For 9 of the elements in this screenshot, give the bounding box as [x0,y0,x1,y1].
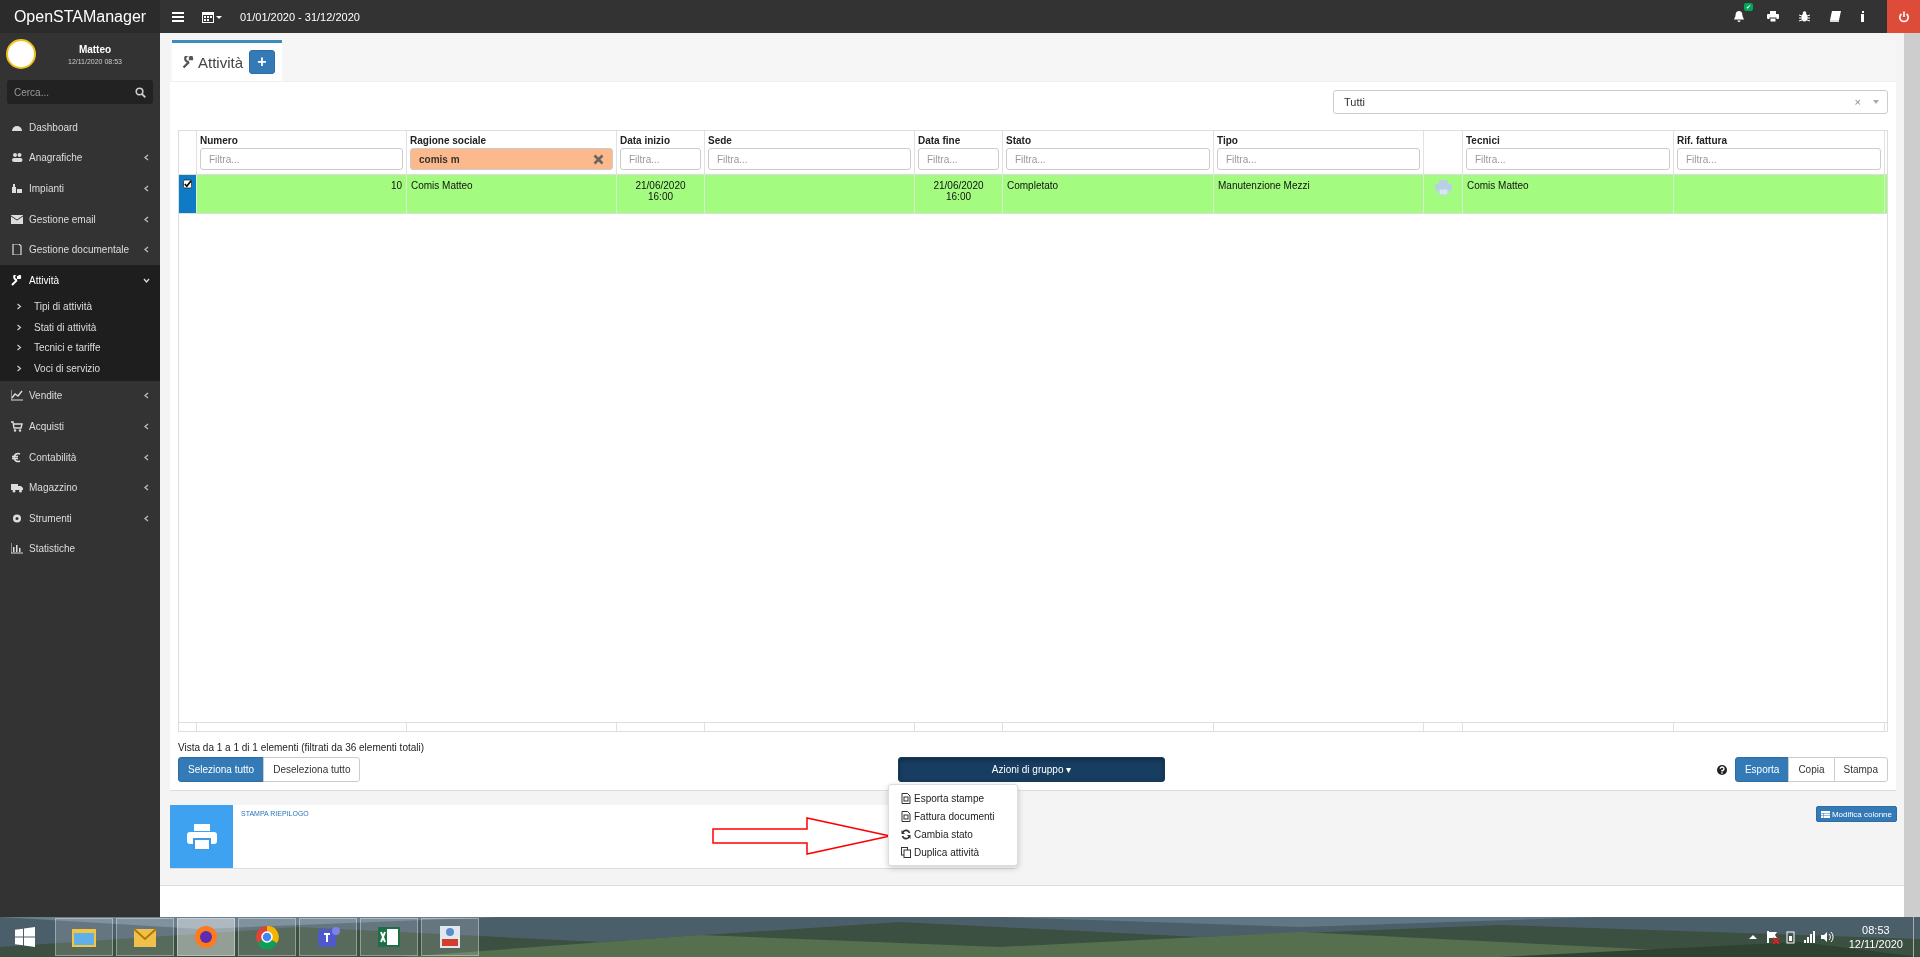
user-name: Matteo [78,43,112,55]
table-cell-text: 21/06/2020 16:00 [933,180,984,204]
table-cell-text: Completato [1007,180,1059,193]
table-info: Vista da 1 a 1 di 1 elementi (filtrati da 36 elementi totali) [178,742,426,753]
table-cell-text: 21/06/2020 16:00 [635,180,686,204]
table-cell-text: Manutenzione Mezzi [1218,180,1310,193]
table-cell-text: Comis Matteo [1467,180,1529,193]
table-cell-text: 10 [390,180,402,193]
table-cell-text: Comis Matteo [411,180,473,193]
